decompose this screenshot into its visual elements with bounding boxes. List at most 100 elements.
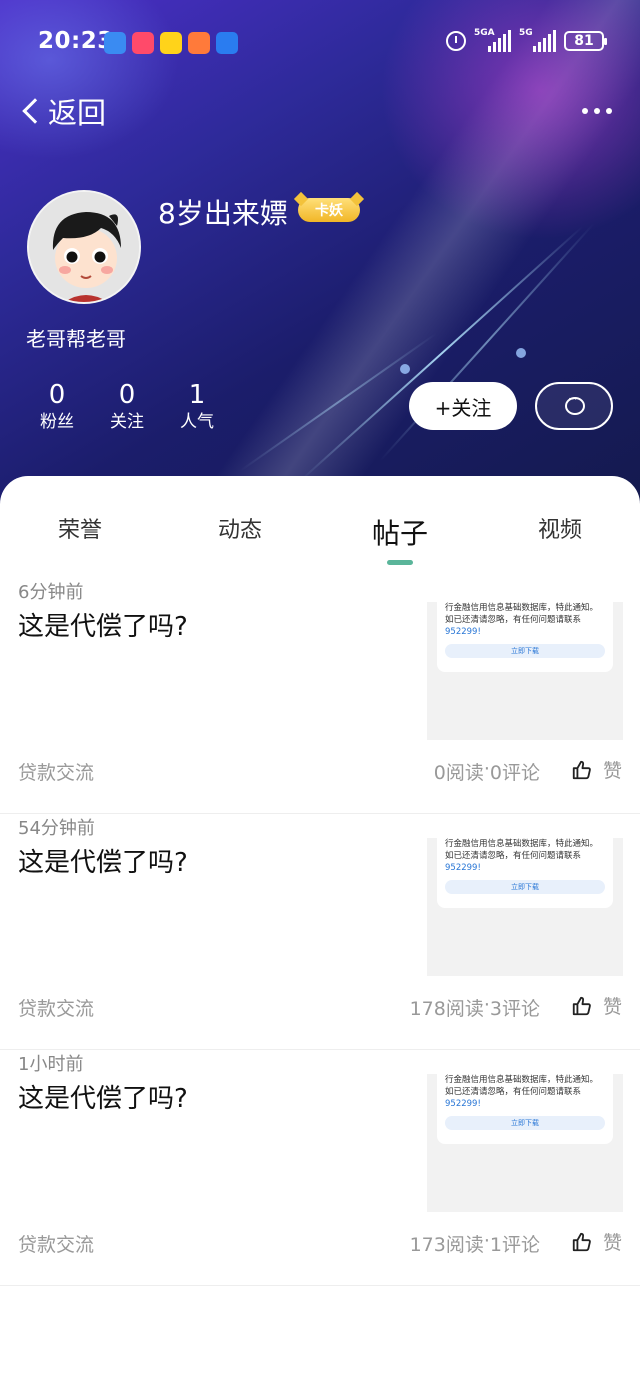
- username: 8岁出来嫖: [158, 197, 288, 230]
- post-time: 6分钟前: [18, 582, 84, 603]
- message-button[interactable]: [535, 382, 613, 430]
- app-notification-icon: [188, 32, 210, 54]
- post-category[interactable]: 贷款交流: [18, 994, 94, 1021]
- notification-app-icons: [104, 32, 238, 54]
- stat-label: 粉丝: [40, 412, 74, 432]
- post-thumbnail[interactable]: 行金融信用信息基础数据库，特此通知。 如已还清请忽略，有任何问题请联系 9522…: [427, 1074, 623, 1212]
- profile-stats: 0 粉丝 0 关注 1 人气: [22, 380, 232, 434]
- read-count: 178阅读: [409, 998, 484, 1020]
- like-label: 赞: [602, 760, 622, 782]
- stat-following[interactable]: 0 关注: [92, 380, 162, 434]
- stat-popularity[interactable]: 1 人气: [162, 380, 232, 434]
- post-category[interactable]: 贷款交流: [18, 1230, 94, 1257]
- post-stats: 173阅读 · 1评论: [410, 1230, 540, 1257]
- app-notification-icon: [104, 32, 126, 54]
- banner-glow: [0, 0, 180, 160]
- alarm-icon: [446, 31, 466, 51]
- banner-dot: [400, 364, 410, 374]
- content-sheet: 荣誉 动态 帖子 视频 6分钟前 这是代偿了吗? 行金融信用信息基础数据库，特此…: [0, 476, 640, 1400]
- tab-activity[interactable]: 动态: [160, 512, 320, 572]
- post-category[interactable]: 贷款交流: [18, 758, 94, 785]
- read-count: 173阅读: [409, 1234, 484, 1256]
- like-button[interactable]: 赞: [571, 992, 622, 1019]
- level-badge: 卡妖: [298, 198, 360, 222]
- like-label: 赞: [602, 996, 622, 1018]
- post-stats: 0阅读 · 0评论: [434, 758, 540, 785]
- stat-number: 1: [188, 380, 206, 410]
- post-stats: 178阅读 · 3评论: [410, 994, 540, 1021]
- thumbnail-text: 行金融信用信息基础数据库，特此通知。: [445, 839, 599, 849]
- like-label: 赞: [602, 1232, 622, 1254]
- stat-followers[interactable]: 0 粉丝: [22, 380, 92, 434]
- post-item[interactable]: 1小时前 这是代偿了吗? 行金融信用信息基础数据库，特此通知。 如已还清请忽略，…: [0, 1050, 640, 1286]
- status-bar: 20:23 5GA 5G 81: [0, 26, 640, 60]
- banner-light-streak: [239, 332, 438, 472]
- profile-tabs: 荣誉 动态 帖子 视频: [0, 512, 640, 572]
- music-app-icon: [132, 32, 154, 54]
- app-notification-icon: [216, 32, 238, 54]
- banner-dot: [516, 348, 526, 358]
- app-notification-icon: [160, 32, 182, 54]
- thumbs-up-icon: [572, 1232, 591, 1251]
- post-time: 54分钟前: [18, 818, 95, 839]
- thumbnail-text: 如已还清请忽略，有任何问题请联系: [445, 615, 582, 625]
- banner-light-streak: [299, 225, 584, 482]
- chevron-left-icon: [22, 98, 48, 124]
- thumbnail-text: 如已还清请忽略，有任何问题请联系: [445, 1087, 582, 1097]
- battery-level: 81: [574, 33, 594, 49]
- nav-bar: 返回: [0, 90, 640, 136]
- status-indicators: 5GA 5G 81: [446, 28, 607, 52]
- thumbnail-phone: 952299!: [445, 863, 481, 873]
- tab-honor[interactable]: 荣誉: [0, 512, 160, 572]
- comment-count: 1评论: [489, 1234, 540, 1256]
- read-count: 0阅读: [433, 762, 484, 784]
- signal-label: 5G: [519, 28, 533, 38]
- avatar[interactable]: [27, 190, 141, 304]
- thumbnail-content: 行金融信用信息基础数据库，特此通知。 如已还清请忽略，有任何问题请联系 9522…: [437, 838, 613, 908]
- tab-posts[interactable]: 帖子: [320, 512, 480, 572]
- thumbnail-phone: 952299!: [445, 1099, 481, 1109]
- back-button[interactable]: 返回: [18, 90, 106, 132]
- post-item[interactable]: 54分钟前 这是代偿了吗? 行金融信用信息基础数据库，特此通知。 如已还清请忽略…: [0, 814, 640, 1050]
- status-time: 20:23: [38, 28, 114, 54]
- post-title[interactable]: 这是代偿了吗?: [18, 842, 188, 879]
- signal-5ga-icon: 5GA: [474, 28, 511, 52]
- post-time: 1小时前: [18, 1054, 84, 1075]
- tab-videos[interactable]: 视频: [480, 512, 640, 572]
- back-label: 返回: [48, 96, 107, 130]
- chat-bubble-icon: [565, 392, 585, 415]
- post-thumbnail[interactable]: 行金融信用信息基础数据库，特此通知。 如已还清请忽略，有任何问题请联系 9522…: [427, 838, 623, 976]
- thumbnail-button: 立即下载: [445, 880, 605, 894]
- comment-count: 0评论: [489, 762, 540, 784]
- thumbnail-content: 行金融信用信息基础数据库，特此通知。 如已还清请忽略，有任何问题请联系 9522…: [437, 1074, 613, 1144]
- stat-number: 0: [118, 380, 136, 410]
- follow-button[interactable]: +关注: [409, 382, 517, 430]
- profile-signature: 老哥帮老哥: [26, 327, 126, 351]
- signal-5g-icon: 5G: [519, 28, 556, 52]
- thumbnail-text: 行金融信用信息基础数据库，特此通知。: [445, 603, 599, 613]
- thumbnail-text: 行金融信用信息基础数据库，特此通知。: [445, 1075, 599, 1085]
- battery-icon: 81: [564, 31, 607, 51]
- signal-label: 5GA: [474, 28, 495, 38]
- cartoon-avatar-icon: [29, 192, 139, 302]
- more-options-button[interactable]: [582, 108, 612, 114]
- thumbs-up-icon: [572, 760, 591, 779]
- comment-count: 3评论: [489, 998, 540, 1020]
- like-button[interactable]: 赞: [571, 756, 622, 783]
- post-item[interactable]: 6分钟前 这是代偿了吗? 行金融信用信息基础数据库，特此通知。 如已还清请忽略，…: [0, 578, 640, 814]
- thumbnail-text: 如已还清请忽略，有任何问题请联系: [445, 851, 582, 861]
- stat-label: 关注: [110, 412, 144, 432]
- profile-header-banner: 20:23 5GA 5G 81 返回 8岁出来嫖 卡妖 老哥帮老哥 0 粉丝 0…: [0, 0, 640, 510]
- thumbs-up-icon: [572, 996, 591, 1015]
- thumbnail-phone: 952299!: [445, 627, 481, 637]
- stat-label: 人气: [180, 412, 214, 432]
- post-thumbnail[interactable]: 行金融信用信息基础数据库，特此通知。 如已还清请忽略，有任何问题请联系 9522…: [427, 602, 623, 740]
- thumbnail-button: 立即下载: [445, 1116, 605, 1130]
- more-dots-icon: [582, 108, 588, 114]
- stat-number: 0: [48, 380, 66, 410]
- like-button[interactable]: 赞: [571, 1228, 622, 1255]
- thumbnail-button: 立即下载: [445, 644, 605, 658]
- thumbnail-content: 行金融信用信息基础数据库，特此通知。 如已还清请忽略，有任何问题请联系 9522…: [437, 602, 613, 672]
- post-title[interactable]: 这是代偿了吗?: [18, 1078, 188, 1115]
- post-title[interactable]: 这是代偿了吗?: [18, 606, 188, 643]
